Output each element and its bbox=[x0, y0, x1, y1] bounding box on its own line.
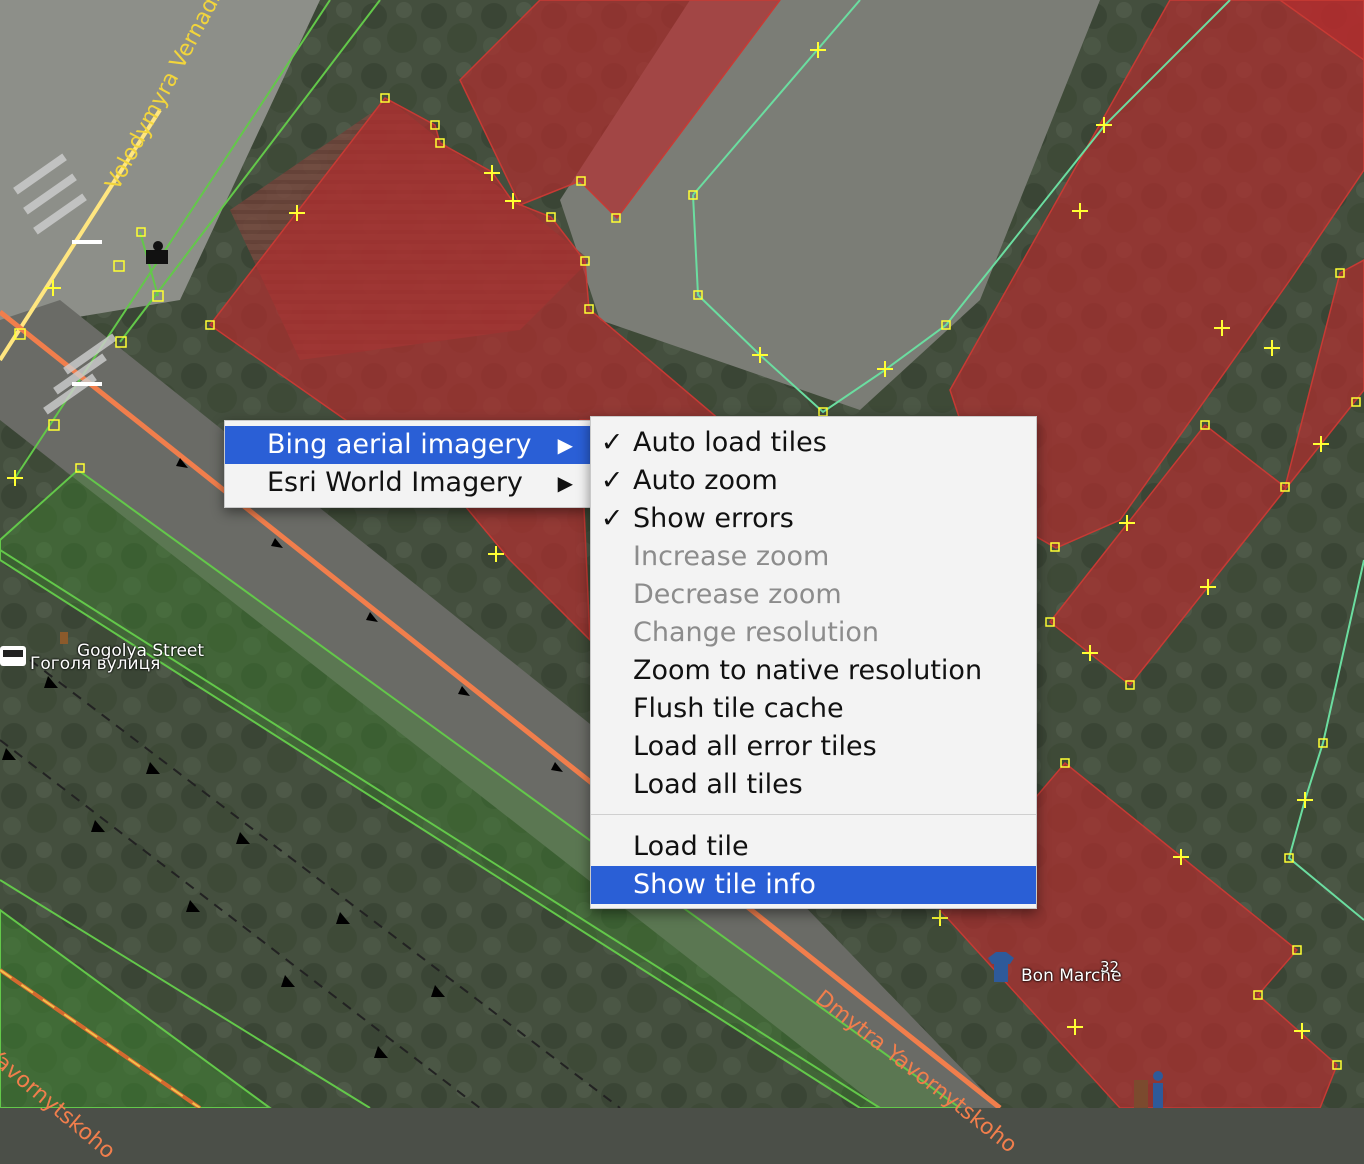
menu-item-label: Show tile info bbox=[633, 869, 816, 900]
menu-item-esri-world-imagery[interactable]: Esri World Imagery ▶ bbox=[225, 464, 591, 502]
submenu-arrow-icon: ▶ bbox=[557, 471, 573, 495]
bus-stop-icon[interactable] bbox=[0, 646, 26, 666]
menu-item-bing-aerial-imagery[interactable]: Bing aerial imagery ▶ bbox=[225, 426, 591, 464]
imagery-layer-submenu: ✓ Auto load tiles ✓ Auto zoom ✓ Show errors In… bbox=[590, 416, 1037, 909]
menu-item-label: Change resolution bbox=[633, 617, 879, 648]
menu-item-label: Flush tile cache bbox=[633, 693, 844, 724]
menu-item-show-errors[interactable]: ✓ Show errors bbox=[591, 500, 1036, 538]
menu-item-flush-tile-cache[interactable]: Flush tile cache bbox=[591, 690, 1036, 728]
menu-item-show-tile-info[interactable]: Show tile info bbox=[591, 866, 1036, 904]
house-number-label: 32 bbox=[1100, 958, 1120, 976]
menu-item-label: Auto load tiles bbox=[633, 427, 827, 458]
menu-item-change-resolution: Change resolution bbox=[591, 614, 1036, 652]
submenu-arrow-icon: ▶ bbox=[557, 433, 573, 457]
menu-item-label: Load tile bbox=[633, 831, 749, 862]
imagery-context-menu: Bing aerial imagery ▶ Esri World Imagery ▶ bbox=[224, 420, 592, 508]
menu-item-label: Decrease zoom bbox=[633, 579, 842, 610]
menu-item-load-all-tiles[interactable]: Load all tiles bbox=[591, 766, 1036, 804]
menu-separator bbox=[591, 814, 1036, 815]
menu-item-label: Load all error tiles bbox=[633, 731, 877, 762]
menu-item-label: Bing aerial imagery bbox=[267, 429, 532, 460]
menu-item-load-tile[interactable]: Load tile bbox=[591, 828, 1036, 866]
menu-item-increase-zoom: Increase zoom bbox=[591, 538, 1036, 576]
menu-item-auto-zoom[interactable]: ✓ Auto zoom bbox=[591, 462, 1036, 500]
parking-icon[interactable] bbox=[60, 632, 68, 644]
street-label-gogolya-uk: Гоголя вулиця bbox=[30, 654, 161, 674]
menu-item-zoom-to-native-resolution[interactable]: Zoom to native resolution bbox=[591, 652, 1036, 690]
menu-item-auto-load-tiles[interactable]: ✓ Auto load tiles bbox=[591, 424, 1036, 462]
checkmark-icon: ✓ bbox=[600, 503, 624, 534]
checkmark-icon: ✓ bbox=[600, 427, 624, 458]
menu-item-decrease-zoom: Decrease zoom bbox=[591, 576, 1036, 614]
menu-item-load-all-error-tiles[interactable]: Load all error tiles bbox=[591, 728, 1036, 766]
menu-item-label: Load all tiles bbox=[633, 769, 803, 800]
menu-item-label: Zoom to native resolution bbox=[633, 655, 983, 686]
menu-item-label: Increase zoom bbox=[633, 541, 830, 572]
checkmark-icon: ✓ bbox=[600, 465, 624, 496]
menu-item-label: Auto zoom bbox=[633, 465, 778, 496]
menu-item-label: Esri World Imagery bbox=[267, 467, 523, 498]
menu-item-label: Show errors bbox=[633, 503, 794, 534]
